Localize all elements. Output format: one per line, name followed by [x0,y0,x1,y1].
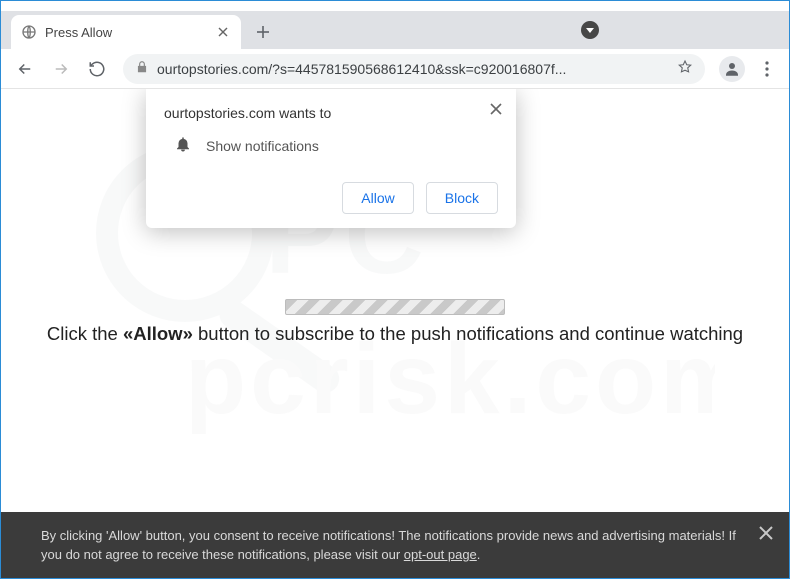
notification-permission-popover: ourtopstories.com wants to Show notifica… [146,89,516,228]
block-button[interactable]: Block [426,182,498,214]
cta-emphasis: «Allow» [123,323,193,344]
cta-suffix: button to subscribe to the push notifica… [193,323,743,344]
lock-icon [135,60,149,77]
reload-button[interactable] [81,53,113,85]
consent-close-button[interactable] [759,526,773,546]
loading-bar [285,299,505,315]
cta-prefix: Click the [47,323,123,344]
consent-text-2: . [477,547,481,562]
toolbar: ourtopstories.com/?s=445781590568612410&… [1,49,789,89]
consent-text: By clicking 'Allow' button, you consent … [41,526,741,565]
tab-strip: Press Allow [1,11,789,49]
opt-out-link[interactable]: opt-out page [404,547,477,562]
tab-title: Press Allow [45,25,207,40]
back-button[interactable] [9,53,41,85]
popover-permission-row: Show notifications [164,135,498,156]
popover-title: ourtopstories.com wants to [164,105,498,121]
popover-close-button[interactable] [484,97,508,121]
consent-bar: By clicking 'Allow' button, you consent … [1,512,789,578]
forward-button[interactable] [45,53,77,85]
popover-actions: Allow Block [164,182,498,214]
bookmark-star-icon[interactable] [677,59,693,78]
page-content: PC pcrisk.com ourtopstories.com wants to… [1,89,789,514]
bell-icon [174,135,192,156]
tab-close-icon[interactable] [215,24,231,40]
globe-icon [21,24,37,40]
popover-permission-label: Show notifications [206,138,319,154]
profile-avatar[interactable] [719,56,745,82]
address-bar[interactable]: ourtopstories.com/?s=445781590568612410&… [123,54,705,84]
tab-press-allow[interactable]: Press Allow [11,15,241,49]
cta-text: Click the «Allow» button to subscribe to… [1,323,789,345]
consent-text-1: By clicking 'Allow' button, you consent … [41,528,736,563]
new-tab-button[interactable] [249,18,277,46]
allow-button[interactable]: Allow [342,182,413,214]
address-url: ourtopstories.com/?s=445781590568612410&… [157,61,669,77]
menu-kebab-icon[interactable] [753,61,781,77]
media-indicator-icon[interactable] [581,21,599,39]
